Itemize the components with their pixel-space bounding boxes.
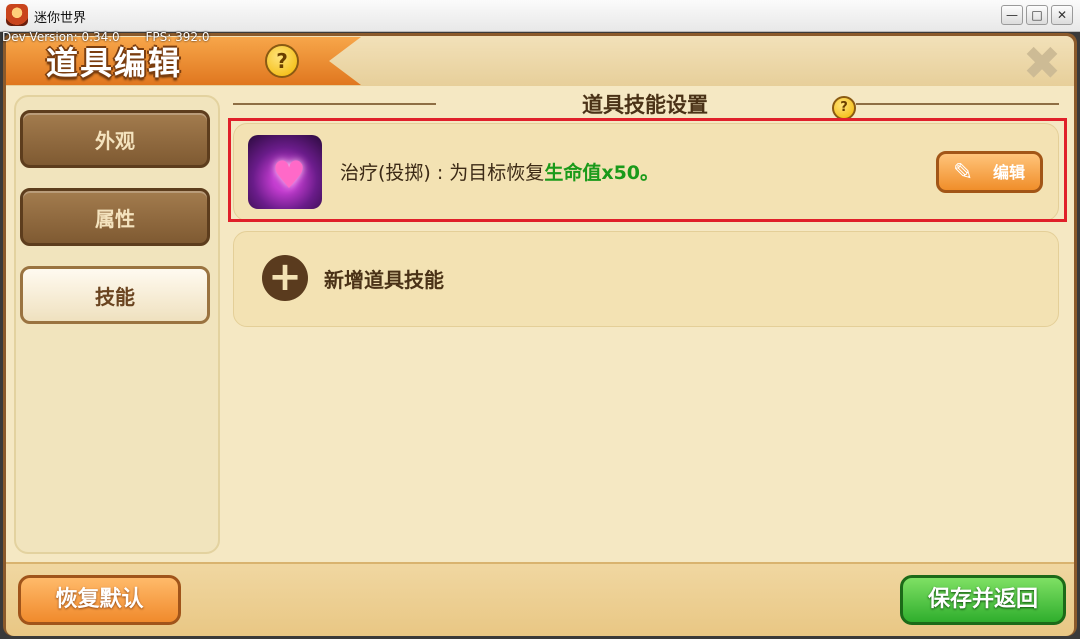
- fps-text: FPS: 392.0: [145, 30, 210, 44]
- page-title: 道具编辑: [46, 44, 183, 82]
- skill-desc-suffix: x50。: [601, 162, 660, 184]
- dev-version-text: Dev Version: 0.34.0: [2, 30, 120, 44]
- tab-appearance[interactable]: 外观: [20, 110, 210, 168]
- close-window-icon[interactable]: ✕: [1051, 5, 1073, 25]
- debug-overlay: Dev Version: 0.34.0 FPS: 392.0: [2, 30, 232, 44]
- section-divider-right: [856, 103, 1059, 105]
- add-skill-label: 新增道具技能: [324, 268, 444, 292]
- help-small-icon[interactable]: ?: [832, 96, 856, 120]
- edit-label: 编辑: [993, 163, 1026, 182]
- help-icon[interactable]: ?: [265, 44, 299, 78]
- heart-icon: ♥: [272, 153, 307, 197]
- app-logo-icon: [6, 4, 28, 26]
- minimize-icon[interactable]: —: [1001, 5, 1023, 25]
- heart-heal-icon: ♥: [248, 135, 322, 209]
- tab-attributes[interactable]: 属性: [20, 188, 210, 246]
- maximize-icon[interactable]: □: [1026, 5, 1048, 25]
- skill-desc-prefix: 治疗(投掷) : 为目标恢复: [340, 162, 545, 184]
- reset-default-button[interactable]: 恢复默认: [18, 575, 181, 625]
- plus-icon[interactable]: +: [262, 255, 308, 301]
- section-divider-left: [233, 103, 436, 105]
- edit-skill-button[interactable]: ✎ 编辑: [936, 151, 1043, 193]
- save-return-button[interactable]: 保存并返回: [900, 575, 1066, 625]
- skill-description: 治疗(投掷) : 为目标恢复生命值x50。: [340, 158, 659, 185]
- close-icon[interactable]: ✖: [1022, 40, 1062, 86]
- section-title: 道具技能设置: [582, 93, 708, 117]
- window-titlebar: 迷你世界 — □ ✕: [0, 0, 1080, 32]
- skill-desc-highlight: 生命值: [544, 162, 602, 184]
- tab-skills[interactable]: 技能: [20, 266, 210, 324]
- pencil-icon: ✎: [953, 158, 974, 186]
- window-title: 迷你世界: [34, 11, 87, 26]
